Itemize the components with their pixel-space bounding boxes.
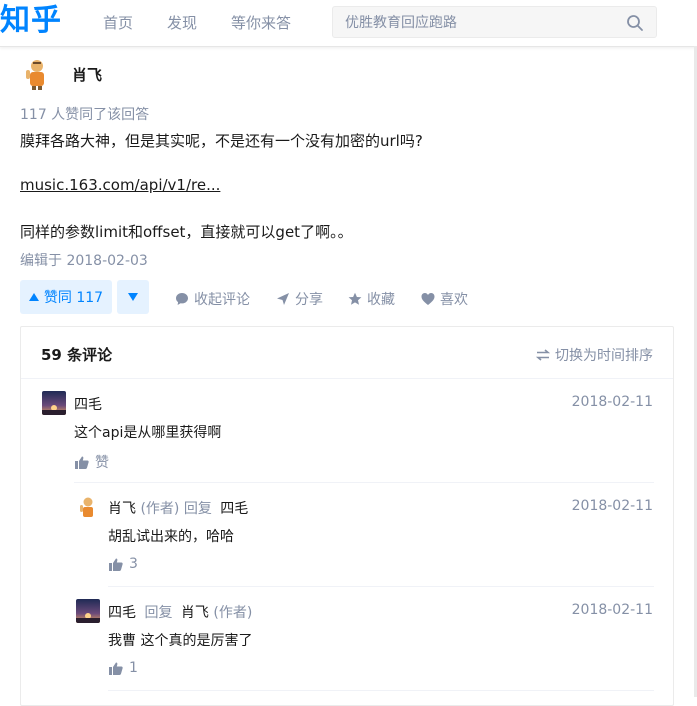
sort-toggle-label: 切换为时间排序 bbox=[555, 348, 653, 364]
collapse-comments-label: 收起评论 bbox=[194, 292, 250, 308]
reply-date: 2018-02-11 bbox=[571, 602, 653, 618]
comment-author[interactable]: 四毛 bbox=[74, 394, 102, 414]
reply-avatar[interactable] bbox=[76, 495, 100, 519]
swap-icon bbox=[536, 349, 550, 361]
favorite-label: 收藏 bbox=[367, 292, 395, 308]
search-icon[interactable] bbox=[626, 14, 644, 32]
share-label: 分享 bbox=[295, 292, 323, 308]
triangle-up-icon bbox=[28, 293, 39, 301]
nav-waiting-answers[interactable]: 等你来答 bbox=[231, 12, 291, 33]
downvote-button[interactable] bbox=[117, 280, 149, 314]
sort-toggle-button[interactable]: 切换为时间排序 bbox=[536, 345, 653, 365]
reply-word: 回复 bbox=[183, 501, 212, 517]
comments-panel: 59 条评论 切换为时间排序 四毛 2018-02-11 这个api是从哪里获得… bbox=[20, 326, 674, 706]
reply-like-count: 1 bbox=[129, 660, 138, 676]
triangle-down-icon bbox=[128, 293, 138, 301]
reply-text: 我曹 这个真的是厉害了 bbox=[108, 633, 253, 649]
reply-target[interactable]: 肖飞 bbox=[181, 605, 209, 621]
comment-text: 这个api是从哪里获得啊 bbox=[74, 425, 222, 441]
reply-like-button[interactable]: 1 bbox=[109, 660, 138, 676]
comment-divider bbox=[74, 482, 654, 483]
comment-icon bbox=[176, 293, 188, 305]
answer-paragraph-2: 同样的参数limit和offset，直接就可以get了啊。。 bbox=[20, 223, 353, 241]
like-label: 喜欢 bbox=[440, 292, 468, 308]
thumbs-up-icon bbox=[109, 558, 123, 571]
author-name[interactable]: 肖飞 bbox=[72, 64, 102, 85]
comment-divider bbox=[108, 586, 654, 587]
reply-avatar[interactable] bbox=[76, 599, 100, 623]
api-link[interactable]: music.163.com/api/v1/re... bbox=[20, 176, 220, 194]
reply-header: 肖飞 (作者) 回复 四毛 bbox=[108, 498, 248, 518]
reply-like-button[interactable]: 3 bbox=[109, 556, 138, 572]
collapse-comments-button[interactable]: 收起评论 bbox=[175, 289, 250, 309]
reply-word: 回复 bbox=[144, 605, 173, 621]
author-tag: (作者) bbox=[213, 605, 253, 621]
author-avatar[interactable] bbox=[20, 56, 54, 90]
star-icon bbox=[348, 292, 362, 305]
comment-divider bbox=[108, 690, 654, 691]
reply-date: 2018-02-11 bbox=[571, 498, 653, 514]
like-button[interactable]: 喜欢 bbox=[421, 289, 468, 309]
reply-author[interactable]: 肖飞 bbox=[108, 501, 136, 517]
favorite-button[interactable]: 收藏 bbox=[348, 289, 395, 309]
comment-date: 2018-02-11 bbox=[571, 394, 653, 410]
reply-like-count: 3 bbox=[129, 556, 138, 572]
thumbs-up-icon bbox=[109, 662, 123, 675]
comment-like-label: 赞 bbox=[95, 455, 109, 471]
search-input[interactable] bbox=[343, 7, 617, 39]
answer-link-line: music.163.com/api/v1/re... bbox=[20, 176, 220, 194]
nav-home[interactable]: 首页 bbox=[103, 12, 133, 33]
thumbs-up-icon bbox=[75, 456, 89, 469]
upvote-label: 赞同 117 bbox=[43, 290, 104, 306]
comment-like-button[interactable]: 赞 bbox=[75, 452, 109, 472]
reply-text: 胡乱试出来的，哈哈 bbox=[108, 529, 234, 545]
commenter-avatar[interactable] bbox=[42, 391, 66, 415]
edited-date[interactable]: 编辑于 2018-02-03 bbox=[20, 250, 148, 270]
zhihu-logo[interactable]: 知乎 bbox=[0, 2, 62, 40]
nav-discover[interactable]: 发现 bbox=[167, 12, 197, 33]
top-bar: 知乎 首页 发现 等你来答 bbox=[0, 0, 697, 47]
comments-header: 59 条评论 切换为时间排序 bbox=[21, 327, 673, 379]
comment-count: 59 条评论 bbox=[41, 346, 113, 364]
vote-count-text[interactable]: 117 人赞同了该回答 bbox=[20, 104, 149, 124]
reply-author[interactable]: 四毛 bbox=[108, 605, 136, 621]
reply-header: 四毛 回复 肖飞 (作者) bbox=[108, 602, 252, 622]
reply-target[interactable]: 四毛 bbox=[220, 501, 248, 517]
answer-paragraph-1: 膜拜各路大神，但是其实呢，不是还有一个没有加密的url吗? bbox=[20, 132, 423, 150]
author-tag: (作者) bbox=[140, 501, 180, 517]
search-box bbox=[332, 6, 657, 39]
upvote-button[interactable]: 赞同 117 bbox=[20, 280, 112, 314]
heart-icon bbox=[421, 293, 435, 305]
share-button[interactable]: 分享 bbox=[276, 289, 323, 309]
share-icon bbox=[277, 293, 289, 305]
